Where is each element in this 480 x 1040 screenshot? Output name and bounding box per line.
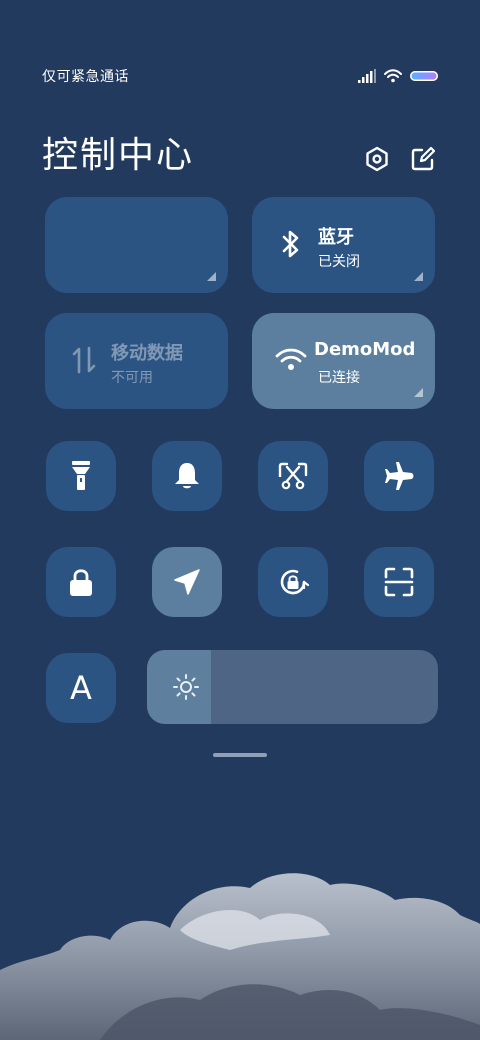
corner-arrow-icon [207, 272, 216, 281]
location-arrow-icon [174, 569, 200, 595]
mobile-data-status: 不可用 [111, 370, 153, 386]
drag-handle[interactable] [213, 753, 267, 757]
bell-icon [175, 463, 199, 489]
lock-icon [70, 569, 92, 596]
scan-icon [384, 567, 414, 597]
font-toggle[interactable]: A [46, 653, 116, 723]
wifi-tile[interactable]: DemoMod 已连接 [252, 313, 435, 409]
scissors-icon [278, 462, 308, 490]
status-bar: 仅可紧急通话 [42, 62, 438, 90]
corner-arrow-icon [414, 272, 423, 281]
battery-icon [410, 71, 438, 81]
carrier-text: 仅可紧急通话 [42, 69, 129, 85]
hexagon-gear-icon [366, 146, 388, 172]
font-a-icon: A [70, 669, 92, 707]
airplane-toggle[interactable] [364, 441, 434, 511]
clouds-wallpaper [0, 873, 480, 1040]
ring-toggle[interactable] [152, 441, 222, 511]
screenshot-toggle[interactable] [258, 441, 328, 511]
signal-icon [358, 69, 376, 83]
settings-button[interactable] [362, 144, 392, 174]
bluetooth-status: 已关闭 [318, 254, 360, 270]
flashlight-icon [72, 461, 90, 490]
rotation-lock-toggle[interactable] [258, 547, 328, 617]
bluetooth-tile[interactable]: 蓝牙 已关闭 [252, 197, 435, 293]
sun-icon [173, 674, 199, 700]
mobile-data-tile[interactable]: 移动数据 不可用 [45, 313, 228, 409]
scan-toggle[interactable] [364, 547, 434, 617]
blank-tile[interactable] [45, 197, 228, 293]
bluetooth-icon [282, 230, 299, 258]
mobile-data-label: 移动数据 [111, 343, 183, 364]
lock-toggle[interactable] [46, 547, 116, 617]
flashlight-toggle[interactable] [46, 441, 116, 511]
bluetooth-label: 蓝牙 [318, 227, 354, 248]
data-arrows-icon-wrap [67, 343, 101, 377]
location-toggle[interactable] [152, 547, 222, 617]
bluetooth-icon-wrap [274, 227, 308, 261]
edit-button[interactable] [408, 144, 438, 174]
data-arrows-icon [72, 346, 96, 374]
edit-icon [411, 146, 436, 171]
wifi-icon [275, 348, 307, 370]
wifi-label: DemoMod [314, 339, 416, 360]
wifi-status-icon [384, 69, 402, 83]
brightness-slider[interactable] [147, 650, 438, 724]
page-title: 控制中心 [42, 135, 195, 176]
airplane-icon [385, 462, 414, 490]
wifi-status: 已连接 [318, 370, 360, 386]
rotation-lock-icon [280, 569, 309, 595]
corner-arrow-icon [414, 388, 423, 397]
status-icons [358, 62, 438, 90]
wifi-icon-wrap [274, 343, 308, 377]
